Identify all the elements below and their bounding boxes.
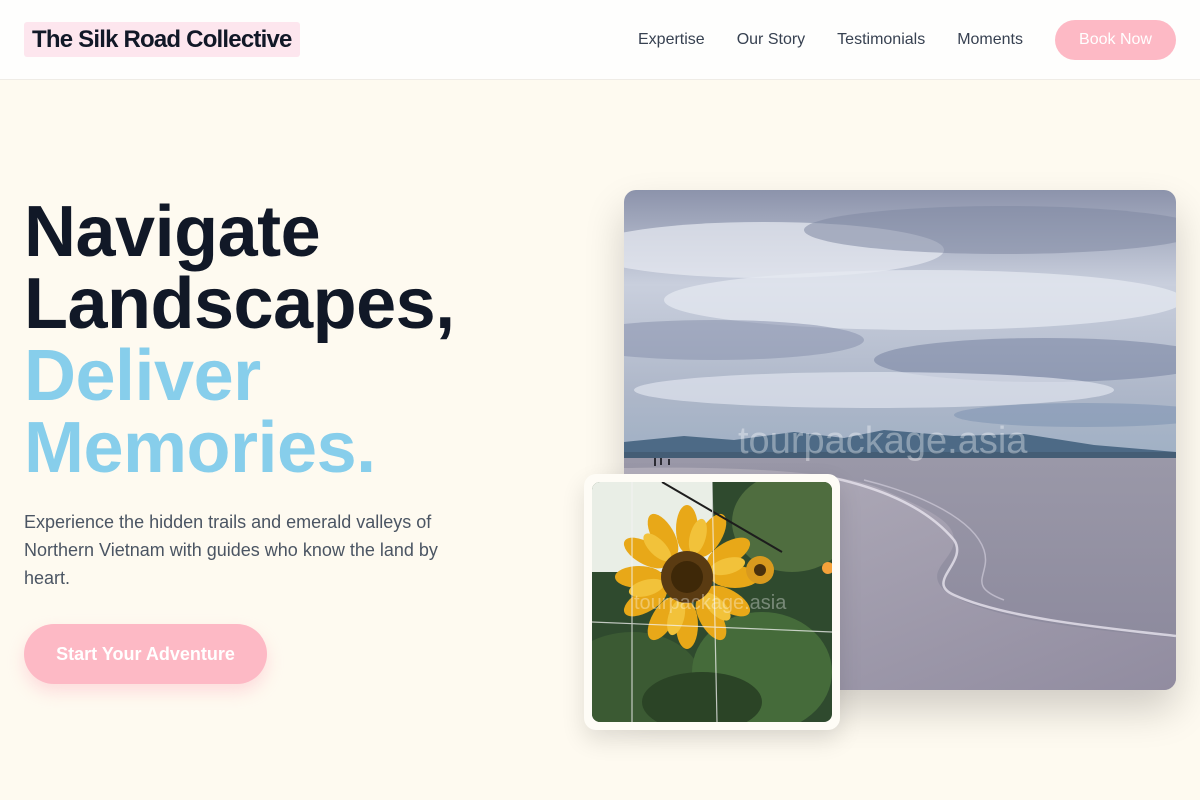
main-photo-watermark: tourpackage.asia — [738, 420, 1028, 462]
sunflower-photo: tourpackage.asia — [592, 482, 832, 722]
hero-title-line-1: Navigate — [24, 192, 321, 272]
hero-title: Navigate Landscapes, Deliver Memories. — [24, 196, 584, 484]
nav-link-testimonials[interactable]: Testimonials — [837, 31, 925, 49]
site-header: The Silk Road Collective Expertise Our S… — [0, 0, 1200, 80]
sunflower-photo-frame: tourpackage.asia — [584, 474, 840, 730]
book-now-button[interactable]: Book Now — [1055, 20, 1176, 60]
site-logo[interactable]: The Silk Road Collective — [24, 22, 300, 57]
start-adventure-button[interactable]: Start Your Adventure — [24, 624, 267, 684]
small-photo-watermark: tourpackage.asia — [634, 592, 787, 614]
nav-link-our-story[interactable]: Our Story — [737, 31, 805, 49]
hero-subtitle: Experience the hidden trails and emerald… — [24, 512, 438, 588]
hero-title-line-2: Landscapes, — [24, 264, 455, 344]
hero-title-line-4: Memories. — [24, 408, 376, 488]
nav-link-expertise[interactable]: Expertise — [638, 31, 705, 49]
hero-title-line-3: Deliver — [24, 336, 261, 416]
main-nav: Expertise Our Story Testimonials Moments… — [638, 20, 1176, 60]
nav-link-moments[interactable]: Moments — [957, 31, 1023, 49]
